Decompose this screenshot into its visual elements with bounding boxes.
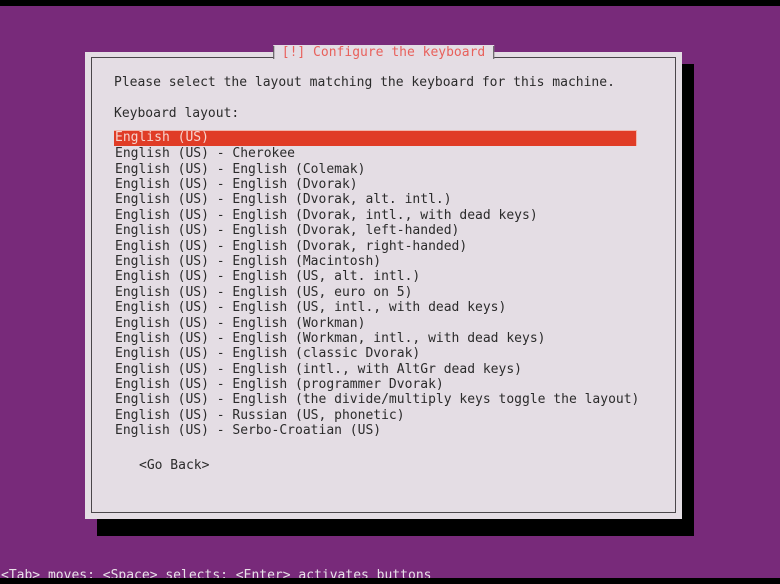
list-item[interactable]: English (US) - English (classic Dvorak) [114,346,637,361]
list-item[interactable]: English (US) - English (US, alt. intl.) [114,269,637,284]
keyboard-layout-list[interactable]: English (US) English (US) - Cherokee Engli… [114,130,639,438]
screen-bottom-border [0,578,780,584]
list-item[interactable]: English (US) - English (Workman) [114,316,637,331]
prompt-text: Please select the layout matching the ke… [114,75,615,90]
list-item[interactable]: English (US) - English (the divide/multi… [114,392,639,407]
dialog-title: [!] Configure the keyboard [272,45,495,60]
list-item[interactable]: English (US) - English (programmer Dvora… [114,377,637,392]
list-item[interactable]: English (US) - Cherokee [114,146,637,161]
dialog-inner-frame: [!] Configure the keyboard Please select… [91,45,676,513]
keyboard-layout-label: Keyboard layout: [114,105,240,121]
list-item[interactable]: English (US) - English (US, euro on 5) [114,285,637,300]
list-item[interactable]: English (US) - English (Workman, intl., … [114,331,637,346]
list-item[interactable]: English (US) - English (US, intl., with … [114,300,637,315]
dialog-button-row: <Go Back> [114,454,675,473]
list-item[interactable]: English (US) - Serbo-Croatian (US) [114,423,637,438]
list-item[interactable]: English (US) - English (Dvorak, right-ha… [114,239,637,254]
list-item[interactable]: English (US) - English (Dvorak) [114,177,637,192]
list-item[interactable]: English (US) - English (intl., with AltG… [114,362,637,377]
installer-console-background: [!] Configure the keyboard Please select… [0,6,780,583]
list-item[interactable]: English (US) - English (Dvorak, left-han… [114,223,637,238]
list-item-selected[interactable]: English (US) [114,130,637,147]
configure-keyboard-dialog: [!] Configure the keyboard Please select… [85,45,682,519]
go-back-button[interactable]: <Go Back> [139,458,209,473]
list-item[interactable]: English (US) - English (Dvorak, intl., w… [114,208,637,223]
dialog-body: Please select the layout matching the ke… [92,58,675,473]
list-item[interactable]: English (US) - English (Dvorak, alt. int… [114,192,637,207]
list-item[interactable]: English (US) - Russian (US, phonetic) [114,408,637,423]
list-item[interactable]: English (US) - English (Macintosh) [114,254,637,269]
list-item[interactable]: English (US) - English (Colemak) [114,162,637,177]
